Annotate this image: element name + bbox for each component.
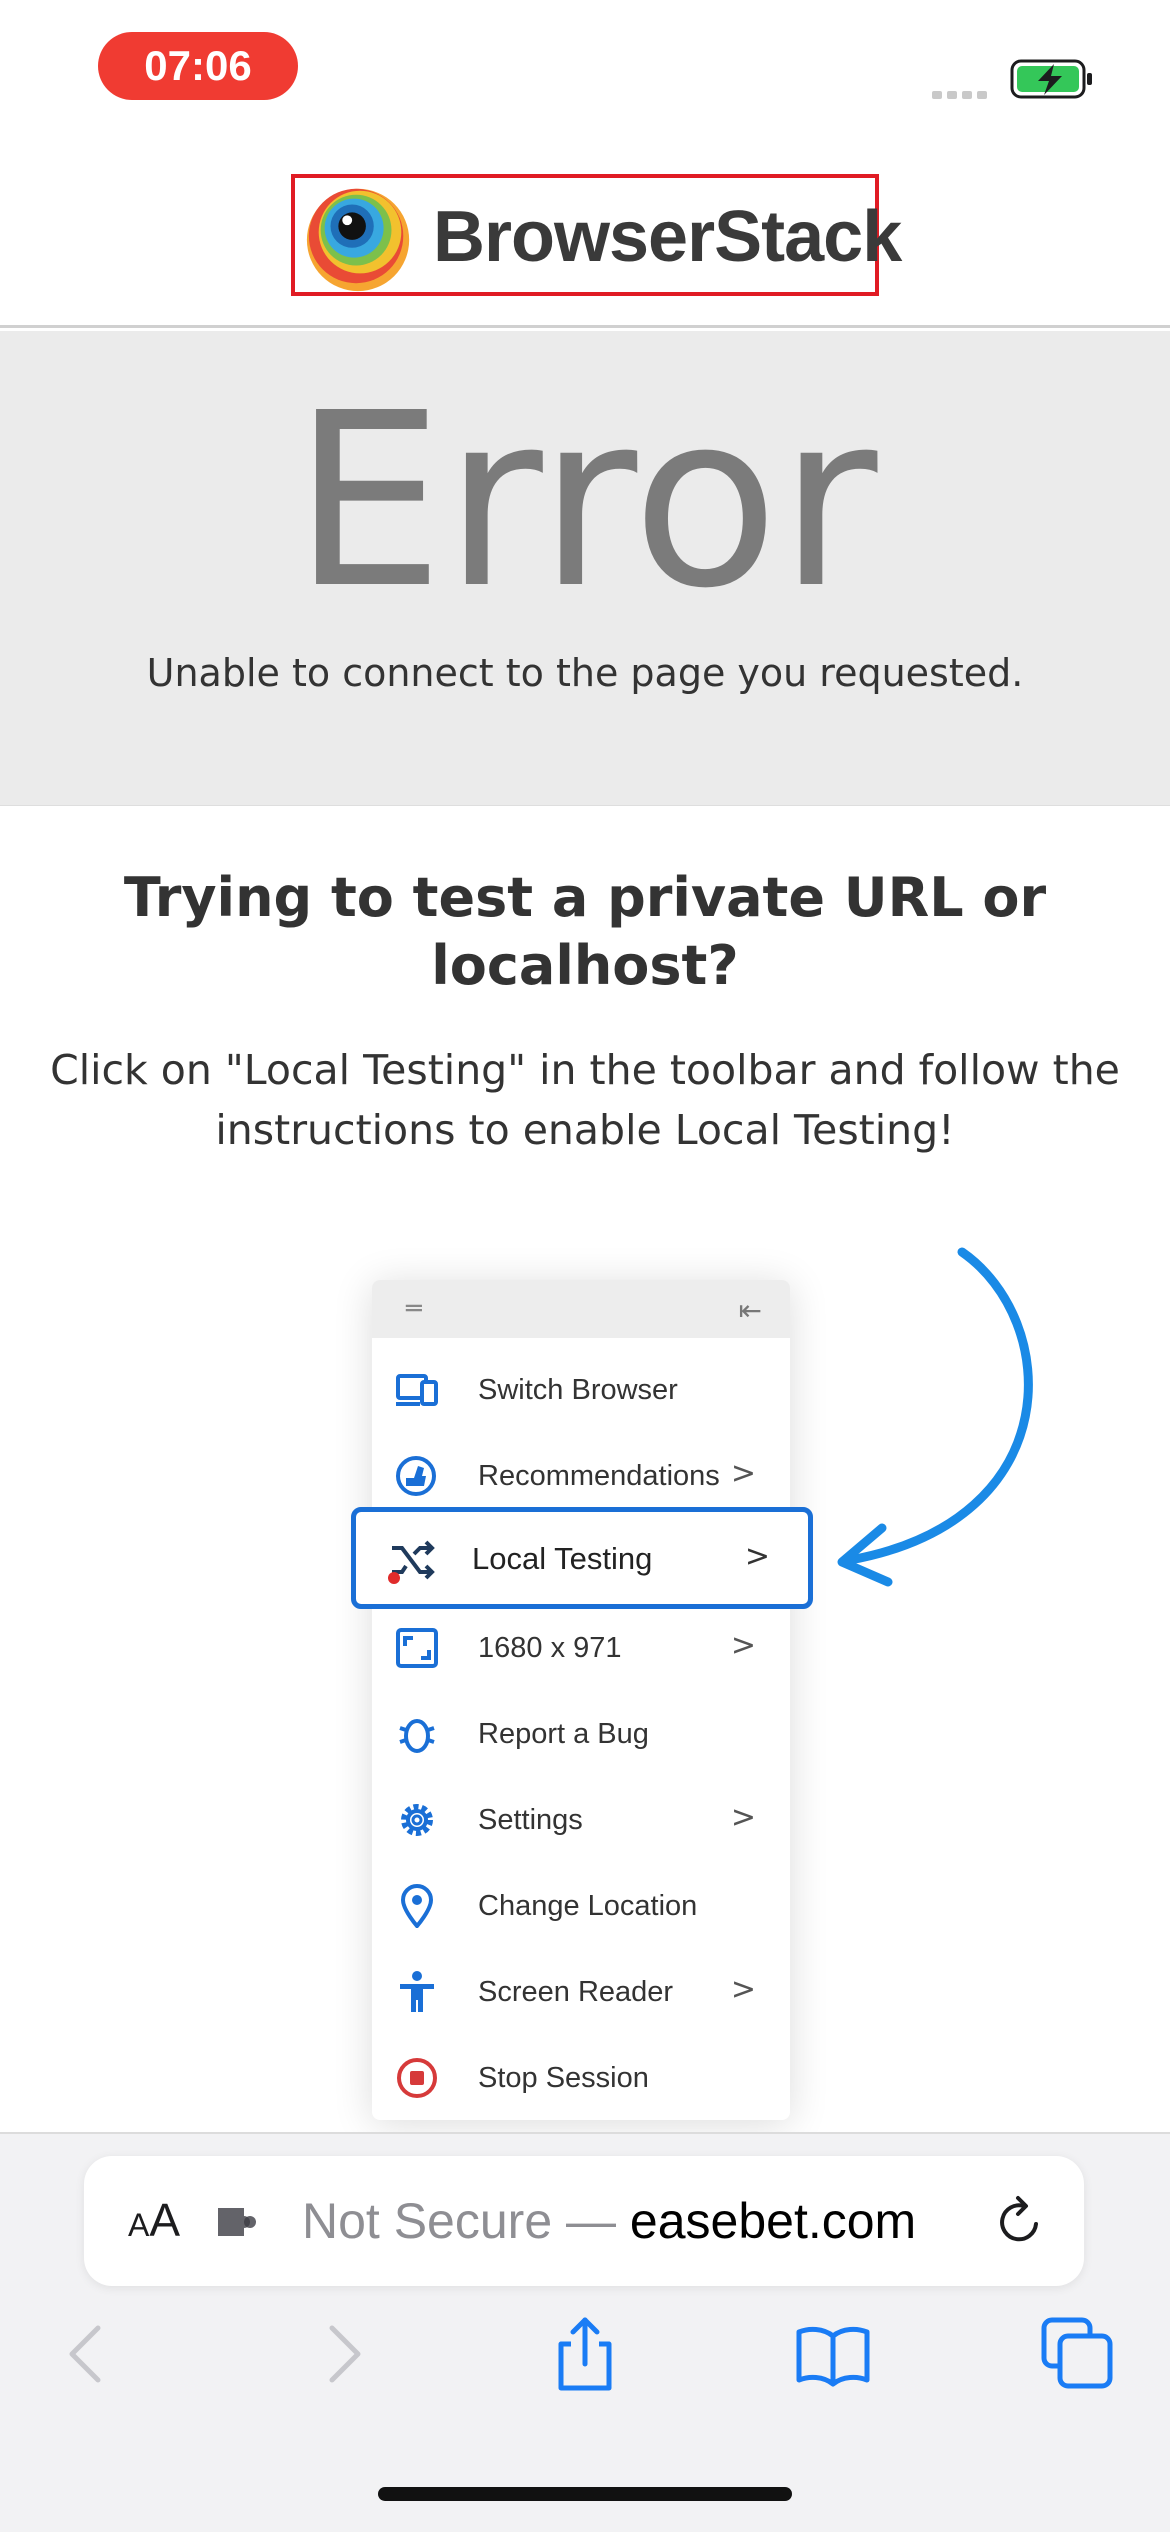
browserstack-eye-logo <box>306 188 410 292</box>
menu-item-resolution: 1680 x 971 > <box>372 1604 790 1690</box>
curved-arrow-icon <box>837 1247 1033 1587</box>
menu-item-local-testing-highlight: Local Testing > <box>351 1507 813 1609</box>
toolbar-menu-card: ═ ⇤ Switch Browser Recommendations > 168… <box>372 1280 790 2120</box>
menu-card-header: ═ ⇤ <box>372 1280 790 1338</box>
resolution-icon <box>396 1628 438 1668</box>
tabs-icon[interactable] <box>1038 2314 1118 2394</box>
logo-header: BrowserStack <box>0 140 1170 328</box>
menu-item-recommendations: Recommendations > <box>372 1432 790 1518</box>
not-secure-label: Not Secure — <box>302 2193 630 2249</box>
status-bar: 07:06 <box>0 0 1170 140</box>
local-testing-icon <box>388 1540 435 1584</box>
menu-item-screen-reader: Screen Reader > <box>372 1948 790 2034</box>
browserstack-logo[interactable]: BrowserStack <box>291 174 902 296</box>
help-heading: Trying to test a private URL or localhos… <box>123 866 1047 997</box>
error-banner: Error Unable to connect to the page you … <box>0 331 1170 806</box>
book-icon[interactable] <box>793 2314 873 2394</box>
chevron-left-icon[interactable] <box>50 2314 130 2394</box>
error-message: Unable to connect to the page you reques… <box>146 651 1024 695</box>
chevron-right-icon: > <box>730 1972 756 2007</box>
share-icon[interactable] <box>545 2314 625 2394</box>
domain-label: easebet.com <box>629 2193 917 2249</box>
menu-item-stop-session: Stop Session <box>372 2034 790 2120</box>
reload-icon[interactable] <box>992 2194 1048 2250</box>
accessibility-icon <box>400 1971 434 2012</box>
chevron-right-icon: > <box>730 1800 756 1835</box>
battery-charging-icon <box>1010 59 1092 99</box>
collapse-icon: ⇤ <box>738 1294 762 1327</box>
url-display[interactable]: Not Secure — easebet.com <box>302 2190 916 2252</box>
menu-item-label: Stop Session <box>478 2062 649 2094</box>
address-bar[interactable]: AA Not Secure — easebet.com <box>84 2156 1084 2286</box>
browser-nav-row <box>0 2294 1170 2414</box>
menu-item-label: Settings <box>478 1804 583 1836</box>
help-instructions: Click on "Local Testing" in the toolbar … <box>50 1046 1120 1154</box>
menu-item-settings: Settings > <box>372 1776 790 1862</box>
extension-icon[interactable] <box>214 2200 266 2244</box>
chevron-right-icon[interactable] <box>300 2314 380 2394</box>
menu-item-label: Local Testing <box>472 1541 653 1576</box>
chevron-right-icon: > <box>730 1628 756 1663</box>
menu-item-label: Recommendations <box>478 1460 720 1492</box>
home-indicator[interactable] <box>378 2487 792 2501</box>
signal-dots-icon <box>932 84 992 103</box>
location-pin-icon <box>400 1884 434 1928</box>
chevron-right-icon: > <box>744 1539 770 1574</box>
local-testing-illustration: ═ ⇤ Switch Browser Recommendations > 168… <box>0 1230 1170 2130</box>
menu-item-label: Report a Bug <box>478 1718 649 1750</box>
brand-name: BrowserStack <box>433 197 902 277</box>
menu-item-report-bug: Report a Bug <box>372 1690 790 1776</box>
chevron-right-icon: > <box>730 1456 756 1491</box>
switch-browser-icon <box>396 1374 438 1406</box>
menu-item-label: Change Location <box>478 1890 698 1922</box>
menu-item-label: Switch Browser <box>478 1374 678 1406</box>
text-size-button[interactable]: AA <box>128 2192 180 2260</box>
menu-item-label: Screen Reader <box>478 1976 674 2008</box>
browser-bottom-bar: AA Not Secure — easebet.com <box>0 2132 1170 2532</box>
hamburger-icon: ═ <box>406 1294 422 1324</box>
menu-item-switch-browser: Switch Browser <box>372 1346 790 1432</box>
stop-icon <box>397 2058 437 2098</box>
page: 07:06 BrowserStack Error Unable to conne… <box>0 0 1170 2532</box>
status-time[interactable]: 07:06 <box>98 32 298 100</box>
settings-icon <box>401 1804 433 1836</box>
recommendations-icon <box>396 1456 436 1496</box>
menu-item-label: 1680 x 971 <box>478 1632 622 1664</box>
error-title: Error <box>292 361 878 641</box>
menu-item-change-location: Change Location <box>372 1862 790 1948</box>
bug-icon <box>399 1719 435 1753</box>
